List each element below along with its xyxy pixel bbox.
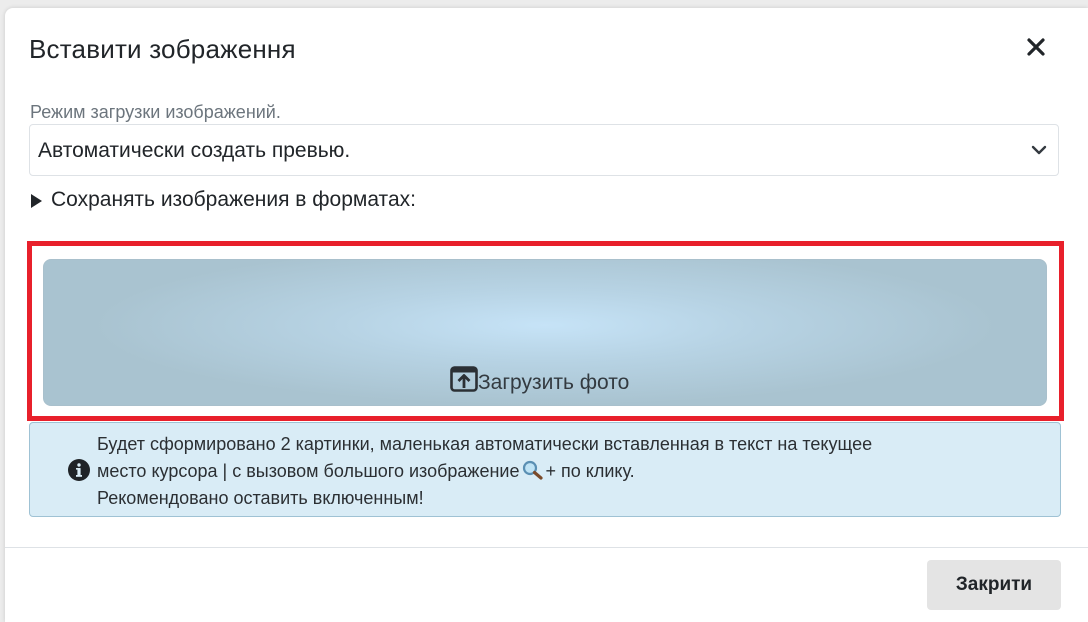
upload-icon <box>450 366 478 392</box>
disclosure-triangle-icon <box>31 194 42 208</box>
upload-photo-label: Загрузить фото <box>478 371 630 394</box>
info-line-2-end: + по клику. <box>545 461 635 481</box>
info-line-3: Рекомендовано оставить включенным! <box>97 488 424 508</box>
info-alert: Будет сформировано 2 картинки, маленькая… <box>29 422 1061 517</box>
formats-label: Сохранять изображения в форматах: <box>51 188 416 211</box>
close-dialog-button[interactable]: Закрити <box>927 560 1061 610</box>
dialog-title: Вставити зображення <box>29 34 296 64</box>
upload-mode-select[interactable]: Автоматически создать превью. <box>29 124 1059 176</box>
info-line-2-start: место курсора | с вызовом большого изобр… <box>97 461 520 481</box>
info-line-2: место курсора | с вызовом большого изобр… <box>97 458 872 485</box>
chevron-down-icon <box>1031 145 1047 155</box>
info-line-1: Будет сформировано 2 картинки, маленькая… <box>97 434 873 454</box>
footer-divider <box>5 547 1088 548</box>
upload-mode-label: Режим загрузки изображений. <box>30 102 281 122</box>
upload-photo-button[interactable]: Загрузить фото <box>43 259 1047 406</box>
info-text: Будет сформировано 2 картинки, маленькая… <box>97 431 872 512</box>
info-icon <box>68 459 90 481</box>
close-button[interactable] <box>1021 32 1051 62</box>
insert-image-dialog: Вставити зображення Режим загрузки изобр… <box>5 8 1088 622</box>
close-icon <box>1027 38 1045 56</box>
upload-mode-selected: Автоматически создать превью. <box>38 139 351 162</box>
magnifier-icon <box>522 460 543 480</box>
